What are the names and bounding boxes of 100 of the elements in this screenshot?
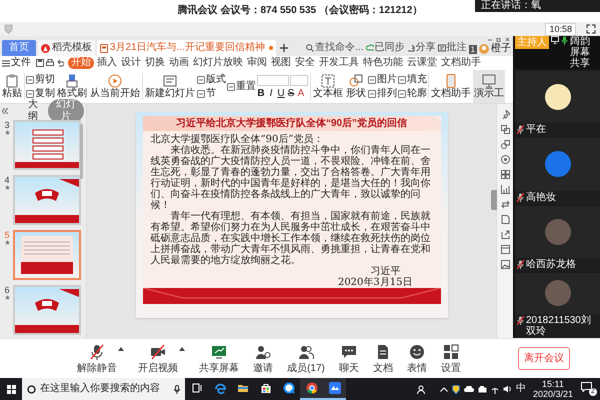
toolbar-button[interactable]: 解除静音	[77, 344, 118, 374]
format-button[interactable]: U	[277, 88, 285, 98]
taskbar-app[interactable]	[300, 378, 323, 400]
font-size-field[interactable]	[290, 74, 308, 86]
security-shield-icon[interactable]	[452, 384, 460, 394]
input-method-indicator[interactable]: 中	[516, 383, 526, 395]
chevron-up-icon[interactable]	[440, 386, 448, 392]
clipboard-icon	[5, 74, 19, 88]
collapse-icon[interactable]	[2, 108, 8, 114]
screen-share-icon	[211, 344, 228, 360]
leave-meeting-button[interactable]: 离开会议	[518, 347, 570, 370]
toolbar-button[interactable]: 共享屏幕	[199, 344, 240, 374]
scrollbar-thumb[interactable]	[80, 124, 83, 179]
notification-icon[interactable]	[581, 382, 592, 392]
tab[interactable]: 3月21日汽车与...开记重要回信精神	[97, 40, 276, 56]
participant-name: 高艳妆	[526, 192, 556, 202]
picture-icon[interactable]	[500, 260, 510, 269]
ribbon-button[interactable]: 填充	[398, 74, 427, 86]
slide-thumbnail[interactable]	[13, 230, 81, 280]
ribbon-button[interactable]: 版式	[197, 74, 226, 86]
menu-tab[interactable]: 开发工具	[318, 57, 360, 69]
menu-tab[interactable]: 云课堂	[406, 57, 438, 69]
menu-tab[interactable]: 设计	[120, 57, 142, 69]
toolbar-action[interactable]: 批注	[438, 40, 467, 56]
menu-tab[interactable]: 审阅	[246, 57, 268, 69]
menu-tab[interactable]: 文档助手	[440, 57, 482, 69]
avatar	[544, 280, 570, 306]
presentation-icon	[482, 74, 496, 88]
document-icon[interactable]	[500, 215, 510, 224]
format-button[interactable]: A	[297, 88, 305, 98]
toolbar-action[interactable]: 分享	[406, 40, 436, 56]
font-name-field[interactable]	[257, 74, 289, 86]
grid-icon[interactable]	[500, 170, 510, 179]
pin-icon[interactable]	[500, 110, 510, 119]
people-icon[interactable]	[416, 384, 426, 394]
copy-shapes-icon[interactable]	[500, 125, 510, 134]
menu-tab[interactable]: 视图	[270, 57, 292, 69]
toolbar-button[interactable]: 聊天	[338, 344, 359, 374]
window-icon[interactable]	[500, 245, 510, 254]
slide-thumbnail[interactable]	[13, 120, 81, 170]
menu-tab[interactable]: 切换	[144, 57, 166, 69]
collapse-handle[interactable]	[491, 190, 497, 210]
format-button[interactable]: S	[287, 88, 295, 98]
folder-icon	[236, 382, 248, 394]
format-button[interactable]: B	[257, 88, 265, 98]
chrome-logo-icon	[306, 382, 318, 394]
menu-tab[interactable]: 插入	[96, 57, 118, 69]
undo-icon[interactable]	[56, 59, 64, 67]
toolbar-button[interactable]: 表情	[406, 344, 427, 374]
fullscreen-icon[interactable]	[586, 24, 596, 34]
caret-up-icon[interactable]	[118, 346, 124, 350]
tab[interactable]: 稻壳模板	[38, 40, 95, 56]
format-button[interactable]: I	[267, 88, 275, 98]
ribbon-button[interactable]: 图片	[368, 74, 397, 86]
ribbon-button[interactable]: 轮廓	[398, 88, 427, 100]
ribbon-button[interactable]: 从当前开始	[89, 70, 141, 103]
toolbar-button[interactable]: 成员(17)	[287, 344, 325, 374]
file-menu[interactable]: 文件	[2, 57, 31, 69]
export-icon[interactable]	[500, 230, 510, 239]
menu-tab[interactable]: 动画	[168, 57, 190, 69]
toolbar-button[interactable]: 邀请	[253, 344, 274, 374]
toolbar-action[interactable]: 已同步	[366, 40, 405, 56]
taskbar-search-field[interactable]: 在这里输入你要搜索的内容	[22, 378, 185, 400]
shapes-icon[interactable]	[500, 140, 510, 149]
toolbar-button[interactable]: 文档	[372, 344, 393, 374]
brush-icon	[65, 74, 79, 88]
caret-up-icon[interactable]	[179, 346, 186, 350]
slide-thumbnail[interactable]	[13, 285, 81, 335]
menu-tab[interactable]: 幻灯片放映	[192, 57, 244, 69]
ribbon-button[interactable]: 复制	[26, 88, 55, 100]
print-icon[interactable]	[46, 59, 54, 67]
menu-tab[interactable]: 安全	[294, 57, 316, 69]
save-icon[interactable]	[36, 59, 44, 67]
ribbon-button[interactable]: 节	[197, 88, 226, 100]
panel-tab[interactable]: 大纲	[22, 99, 44, 123]
ribbon-button[interactable]: 形状	[345, 70, 367, 103]
slide-thumbnail[interactable]	[13, 175, 81, 225]
command-search-field[interactable]: 查找命令...	[306, 40, 364, 56]
drive-icon[interactable]	[478, 386, 487, 392]
microphone-icon	[174, 384, 180, 394]
ribbon-button[interactable]: 排列	[368, 88, 397, 100]
ribbon-button[interactable]: 文档助手	[430, 70, 472, 103]
menu-tab[interactable]: 特色功能	[362, 57, 404, 69]
chart-icon[interactable]	[500, 185, 510, 194]
ribbon-button[interactable]: 演示工	[473, 70, 505, 103]
window-controls-icon	[487, 38, 511, 42]
taskbar-app[interactable]	[323, 378, 346, 400]
ribbon-button[interactable]: 文本框	[312, 70, 344, 103]
ribbon-button[interactable]: 剪切	[26, 74, 55, 86]
target-icon[interactable]	[500, 155, 510, 164]
transfer-icon[interactable]	[500, 200, 510, 209]
ribbon-button[interactable]: 重置	[227, 80, 256, 92]
speaker-icon[interactable]	[502, 385, 512, 393]
ribbon-button[interactable]: 粘贴	[1, 70, 23, 103]
cloud-icon[interactable]	[464, 386, 474, 392]
ribbon-button[interactable]: 新建幻灯片	[144, 70, 196, 103]
muted-mic-icon	[89, 344, 106, 360]
toolbar-button[interactable]: 开启视频	[138, 344, 178, 374]
speaking-indicator: 正在讲话：氧	[475, 0, 600, 12]
toolbar-button[interactable]: 设置	[440, 344, 461, 374]
